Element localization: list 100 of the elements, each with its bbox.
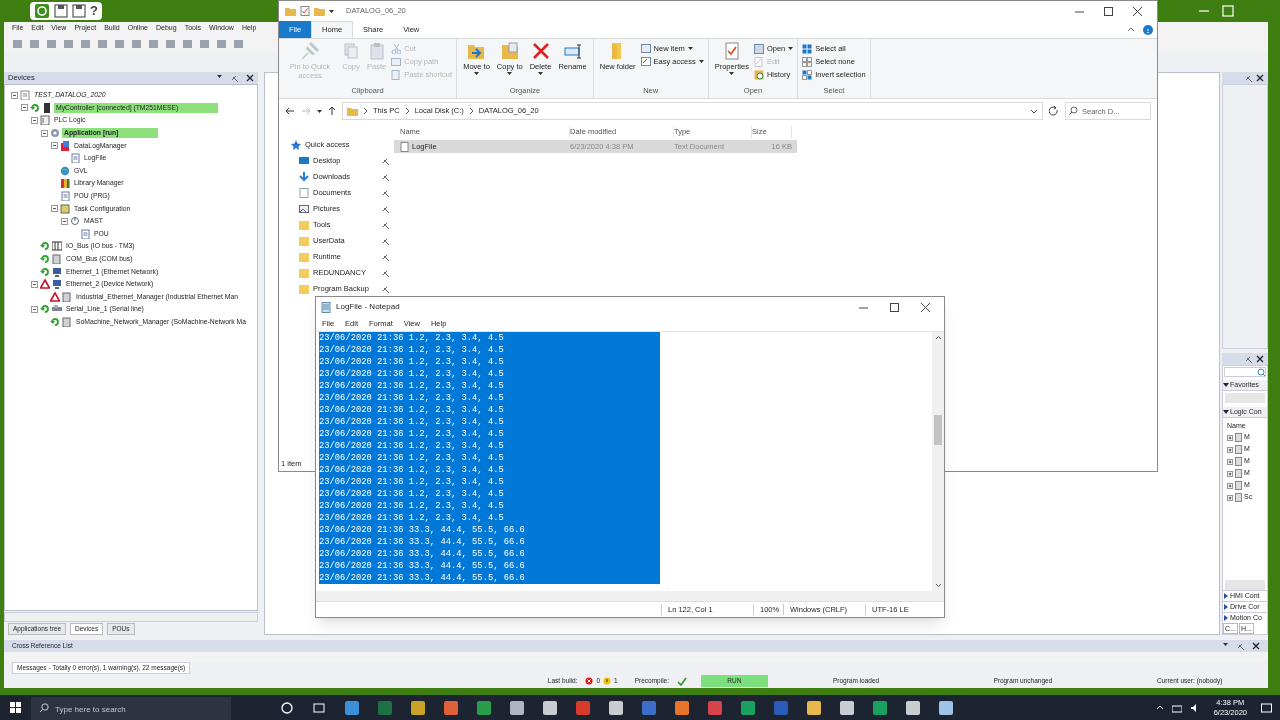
copy-folder-icon — [500, 42, 519, 60]
search-field[interactable] — [1224, 367, 1266, 377]
move-folder-icon — [467, 42, 486, 60]
caret-icon — [217, 74, 222, 79]
expand-toggle-icon[interactable] — [1227, 446, 1233, 453]
app-icon[interactable] — [410, 700, 425, 715]
app-icon[interactable] — [509, 700, 524, 715]
refresh-icon[interactable] — [1049, 106, 1059, 116]
node-icon — [60, 191, 70, 202]
expander-icon[interactable] — [1223, 409, 1229, 415]
expand-toggle-icon[interactable] — [1227, 458, 1233, 465]
app-icon[interactable] — [905, 700, 920, 715]
node-icon — [40, 115, 50, 126]
horizontal-scrollbar[interactable] — [1225, 580, 1265, 590]
toolbar-icon — [12, 38, 23, 49]
node-icon — [60, 178, 70, 189]
up-arrow-icon[interactable] — [328, 106, 336, 116]
node-icon — [62, 291, 72, 302]
pin-icon — [1244, 355, 1252, 363]
picture-icon — [299, 204, 309, 214]
app-icon[interactable] — [344, 700, 359, 715]
document-icon — [299, 188, 309, 198]
horizontal-scrollbar[interactable] — [1225, 393, 1265, 403]
collapse-toggle-icon[interactable] — [11, 91, 18, 99]
help-icon[interactable]: ? — [90, 1, 98, 21]
properties-icon[interactable] — [300, 6, 310, 16]
collapse-toggle-icon[interactable] — [21, 104, 28, 112]
close-icon — [920, 301, 931, 313]
task-view-icon[interactable] — [313, 701, 325, 714]
horizontal-scrollbar[interactable] — [316, 591, 944, 601]
expand-toggle-icon[interactable] — [1227, 434, 1233, 441]
pin-icon — [301, 42, 319, 60]
pin-icon — [1244, 74, 1252, 82]
chevron-icon — [363, 107, 368, 115]
app-icon[interactable] — [872, 700, 887, 715]
app-icon[interactable] — [839, 700, 854, 715]
collapse-toggle-icon[interactable] — [61, 217, 68, 225]
expand-toggle-icon[interactable] — [1227, 470, 1233, 477]
close-icon — [1256, 74, 1264, 82]
collapse-toggle-icon[interactable] — [51, 205, 58, 213]
scroll-thumb[interactable] — [934, 415, 942, 445]
chevron-icon — [404, 107, 410, 115]
vertical-scrollbar[interactable] — [932, 332, 944, 591]
search-icon — [1069, 106, 1078, 115]
search-icon — [1257, 368, 1265, 376]
windows-logo-icon[interactable] — [10, 702, 21, 713]
app-icon[interactable] — [938, 700, 953, 715]
star-icon — [291, 140, 301, 150]
collapse-toggle-icon[interactable] — [31, 305, 38, 313]
search-icon — [39, 703, 49, 713]
toolbar-icon — [80, 38, 91, 49]
close-icon — [1132, 5, 1143, 17]
app-icon[interactable] — [443, 700, 458, 715]
collapse-toggle-icon[interactable] — [51, 142, 58, 150]
search-field[interactable]: Type here to search — [31, 697, 231, 720]
shortcut-icon — [640, 56, 651, 67]
cortana-icon[interactable] — [281, 701, 293, 714]
toolbar-icon — [233, 38, 244, 49]
collapse-toggle-icon[interactable] — [31, 117, 38, 124]
dropdown-icon[interactable] — [1030, 108, 1038, 114]
error-icon — [585, 677, 594, 685]
open-icon — [753, 43, 764, 54]
collapse-toggle-icon[interactable] — [41, 129, 48, 137]
help-icon[interactable] — [1143, 24, 1153, 35]
app-icon[interactable] — [674, 700, 689, 715]
invert-selection-icon — [802, 69, 813, 80]
desktop-icon — [299, 156, 309, 166]
horizontal-scrollbar[interactable] — [4, 612, 258, 622]
expand-toggle-icon[interactable] — [1227, 494, 1233, 501]
app-icon[interactable] — [806, 700, 821, 715]
node-icon — [60, 165, 70, 176]
app-icon[interactable] — [740, 700, 755, 715]
notifications-icon[interactable] — [1261, 702, 1272, 713]
node-icon — [60, 203, 70, 214]
text-file-icon — [400, 141, 409, 152]
network-icon[interactable] — [1171, 702, 1182, 713]
scissors-icon — [391, 43, 402, 54]
collapse-toggle-icon[interactable] — [31, 280, 38, 288]
expand-toggle-icon[interactable] — [1227, 482, 1233, 489]
node-icon — [70, 153, 80, 164]
expander-icon[interactable] — [1223, 382, 1229, 388]
collapse-ribbon-icon[interactable] — [1127, 26, 1135, 33]
caret-icon — [329, 8, 334, 14]
clipboard-icon — [367, 42, 386, 60]
toolbar-icon — [114, 38, 125, 49]
folder-icon — [285, 6, 296, 16]
app-icon[interactable] — [476, 700, 491, 715]
node-icon — [20, 90, 30, 101]
save-icon — [54, 4, 68, 18]
app-icon[interactable] — [608, 700, 623, 715]
warning-icon — [603, 677, 612, 685]
history-icon — [753, 69, 764, 80]
app-icon[interactable] — [542, 700, 557, 715]
chevron-icon — [468, 107, 474, 115]
edit-icon — [753, 56, 764, 67]
node-icon — [52, 266, 62, 277]
back-arrow-icon[interactable] — [285, 107, 295, 115]
tray-expand-icon[interactable] — [1155, 704, 1164, 711]
node-icon — [50, 128, 60, 139]
pin-icon — [230, 74, 238, 82]
